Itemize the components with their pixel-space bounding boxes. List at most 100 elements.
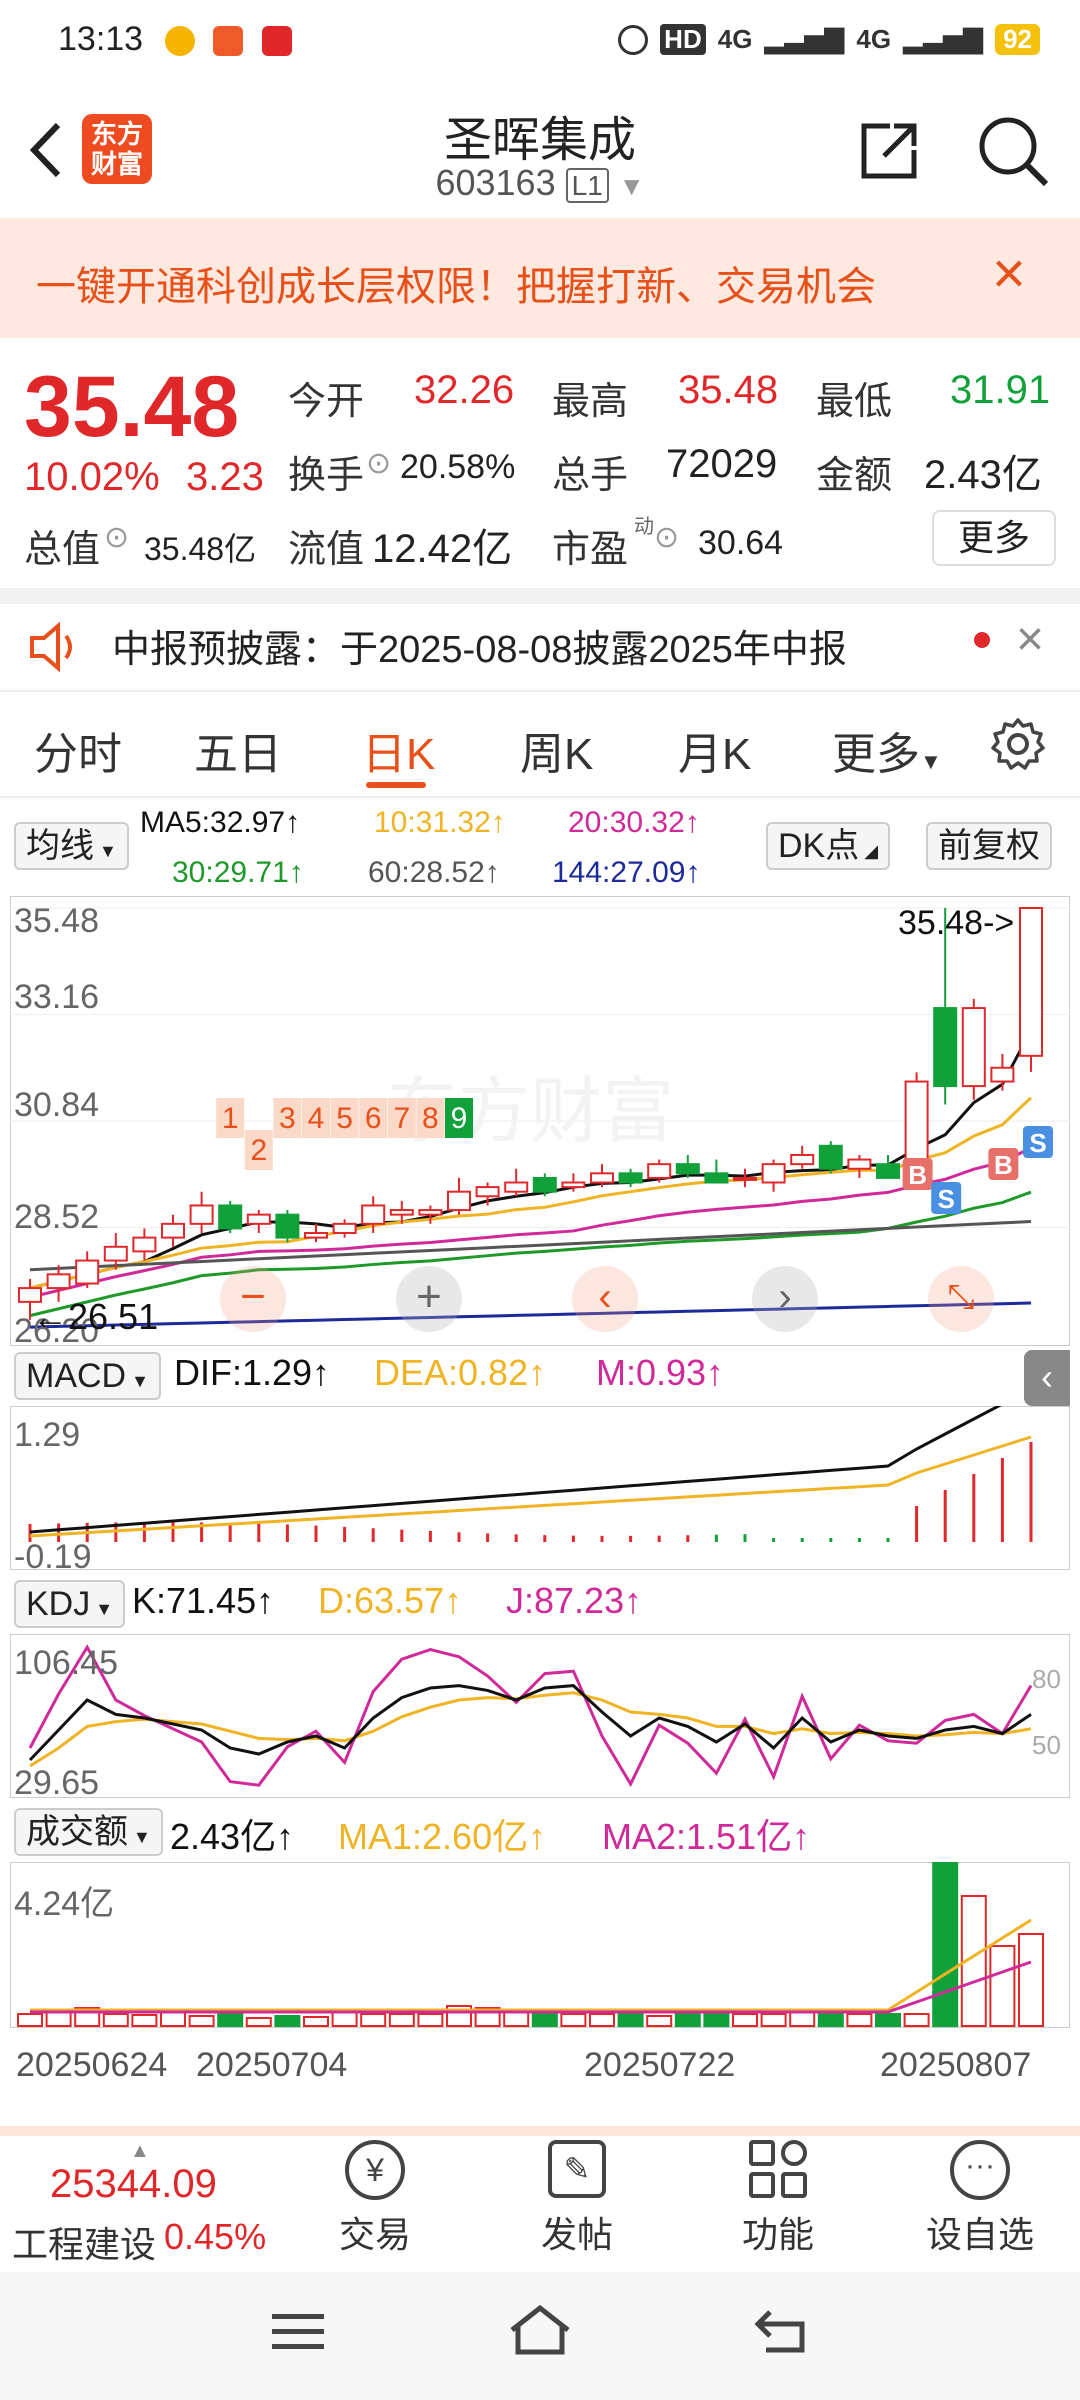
- app-icon-2: [261, 26, 292, 56]
- trade-button[interactable]: ¥ 交易: [275, 2140, 475, 2258]
- ma5-value: MA5:32.97↑: [140, 806, 301, 839]
- volume-bar: [531, 2011, 558, 2027]
- candle-body: [818, 1144, 843, 1170]
- fullscreen-button[interactable]: ⤡: [928, 1266, 994, 1332]
- banner-close-icon[interactable]: ×: [992, 240, 1026, 307]
- weibo-icon: [165, 26, 195, 56]
- volume-bar: [331, 2011, 358, 2027]
- macd-selector[interactable]: MACD ▼: [14, 1352, 161, 1400]
- volume-bar: [617, 2013, 644, 2027]
- td-number: 4: [308, 1102, 325, 1135]
- dk-point-button[interactable]: DK点 ◢: [766, 822, 891, 870]
- collapse-panel-button[interactable]: ‹: [1024, 1350, 1070, 1406]
- candle-body: [733, 1176, 757, 1181]
- candle-body: [504, 1181, 529, 1193]
- low-label: 最低: [816, 381, 893, 423]
- signal-letter: B: [994, 1150, 1013, 1180]
- share-button[interactable]: [856, 118, 922, 184]
- volume-bar: [388, 2013, 415, 2027]
- more-button[interactable]: 更多: [932, 510, 1056, 566]
- kdj-chart[interactable]: [10, 1634, 1070, 1798]
- volume-value: 72029: [666, 442, 778, 486]
- tab-more[interactable]: 更多▼: [832, 718, 942, 782]
- back-nav-icon[interactable]: [752, 2304, 810, 2356]
- promo-banner-text: 一键开通科创成长层权限！把握打新、交易机会: [36, 265, 876, 309]
- candle-body: [475, 1186, 500, 1198]
- volume-bar: [274, 2015, 301, 2027]
- candle-body: [389, 1209, 414, 1216]
- low-price-label: ←26.51: [32, 1296, 159, 1337]
- divider: [0, 588, 1080, 604]
- kdj-d-line: [29, 1691, 1032, 1768]
- candle-body: [304, 1232, 328, 1239]
- menu-line: [272, 2344, 324, 2349]
- volume-bar: [703, 2013, 730, 2027]
- amount-label: 金额: [816, 455, 893, 497]
- home-nav-icon[interactable]: [506, 2302, 574, 2358]
- y-tick-0: 35.48: [14, 902, 100, 940]
- volume-bar: [732, 2013, 758, 2027]
- open-value: 32.26: [414, 368, 515, 412]
- y-tick-2: 30.84: [14, 1086, 100, 1124]
- candle-body: [675, 1163, 700, 1175]
- yen-cycle-icon: ¥: [345, 2140, 405, 2200]
- add-watchlist-button[interactable]: ··· 设自选: [880, 2140, 1080, 2258]
- kdj-j: J:87.23↑: [506, 1580, 643, 1621]
- status-time: 13:13: [58, 20, 144, 58]
- zoom-out-button[interactable]: −: [220, 1266, 286, 1332]
- tab-week-k[interactable]: 周K: [520, 718, 593, 782]
- volume-bar: [674, 2013, 701, 2027]
- post-button[interactable]: ✎ 发帖: [477, 2140, 677, 2258]
- candle-body: [161, 1222, 185, 1239]
- kdj-selector[interactable]: KDJ ▼: [14, 1580, 126, 1628]
- pan-right-button[interactable]: ›: [752, 1266, 818, 1332]
- candle-body: [618, 1172, 643, 1184]
- volume-bar: [217, 2013, 244, 2027]
- kline-chart[interactable]: 东方财富 123 4 5 6 7 8 9 BSBS: [10, 896, 1070, 1346]
- float-label: 流值: [288, 529, 365, 571]
- gear-icon[interactable]: [990, 716, 1046, 772]
- macd-dea: DEA:0.82↑: [374, 1352, 547, 1393]
- pan-left-button[interactable]: ‹: [572, 1266, 638, 1332]
- adjust-button[interactable]: 前复权: [926, 822, 1052, 870]
- candle-body: [218, 1204, 243, 1230]
- trade-label: 交易: [338, 2214, 411, 2255]
- divider-2: [0, 690, 1080, 692]
- volume-bar: [160, 2011, 186, 2027]
- network-4g: 4G: [717, 24, 753, 54]
- menu-nav-icon[interactable]: [272, 2310, 324, 2354]
- tab-minute[interactable]: 分时: [34, 718, 122, 782]
- kdj-k: K:71.45↑: [132, 1580, 275, 1621]
- watchlist-label: 设自选: [925, 2214, 1034, 2255]
- bottom-bar-divider: [0, 2126, 1080, 2136]
- volume-bar: [1018, 1933, 1044, 2027]
- tab-day-k[interactable]: 日K: [362, 718, 435, 782]
- volume-chart[interactable]: [10, 1862, 1070, 2028]
- tab-five-day[interactable]: 五日: [194, 718, 282, 782]
- volume-selector[interactable]: 成交额 ▼: [14, 1808, 163, 1856]
- notice-close-icon[interactable]: ×: [1016, 612, 1044, 667]
- edit-icon: ✎: [548, 2140, 606, 2198]
- macd-chart[interactable]: [10, 1406, 1070, 1570]
- volume-bar: [417, 2013, 444, 2027]
- zoom-in-button[interactable]: +: [396, 1266, 462, 1332]
- turnover-value: 20.58%: [400, 448, 516, 486]
- alarm-icon: [618, 24, 649, 55]
- caret-down-icon: ▼: [126, 1371, 149, 1391]
- td-number: 9: [451, 1102, 468, 1135]
- tab-month-k[interactable]: 月K: [678, 718, 751, 782]
- macd-selector-label: MACD: [26, 1357, 127, 1395]
- macd-bottom: -0.19: [14, 1538, 92, 1576]
- ma-selector[interactable]: 均线 ▼: [14, 822, 129, 870]
- volume-top: 4.24亿: [14, 1885, 115, 1923]
- y-tick-3: 28.52: [14, 1198, 100, 1236]
- status-right: HD 4G ▂▃▅▇ 4G ▂▃▅▇ 92: [618, 24, 1040, 55]
- grid-cell: [749, 2140, 775, 2166]
- vol-ma1-line: [30, 1918, 1032, 2012]
- function-button[interactable]: 功能: [678, 2140, 878, 2258]
- candle-body: [704, 1172, 729, 1184]
- candle-body: [46, 1273, 71, 1290]
- td-number: 7: [393, 1102, 410, 1135]
- search-button[interactable]: [976, 114, 1050, 188]
- mktcap-label: 总值: [24, 529, 101, 571]
